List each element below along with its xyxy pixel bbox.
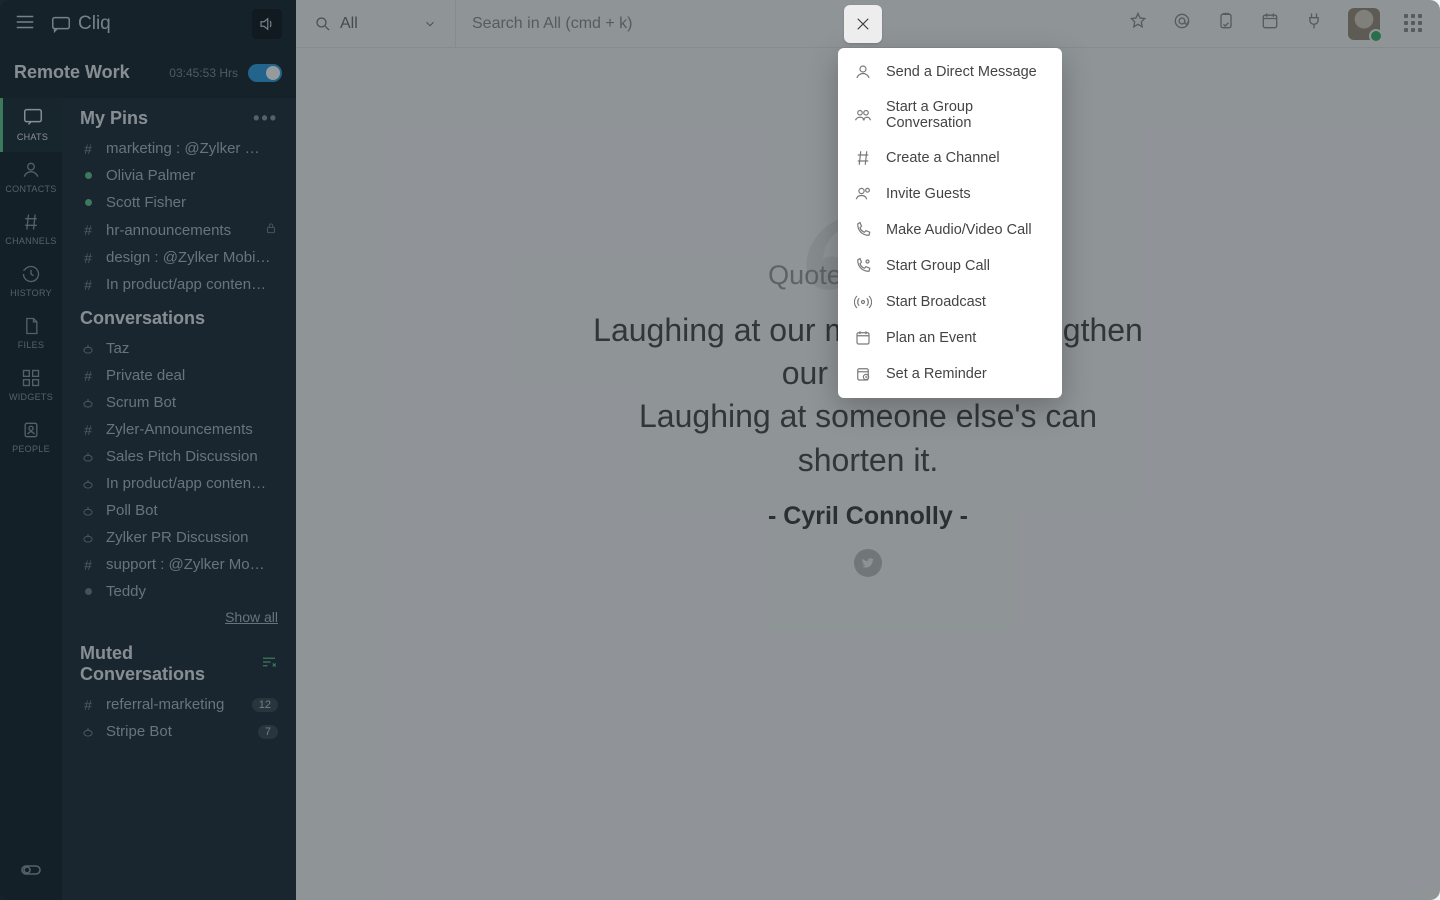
compose-label: Send a Direct Message (886, 64, 1037, 80)
compose-label: Set a Reminder (886, 366, 987, 382)
reminder-icon (854, 365, 872, 383)
compose-audio-video-call[interactable]: Make Audio/Video Call (838, 212, 1062, 248)
compose-plan-event[interactable]: Plan an Event (838, 320, 1062, 356)
compose-broadcast[interactable]: Start Broadcast (838, 284, 1062, 320)
compose-label: Create a Channel (886, 150, 1000, 166)
person-icon (854, 63, 872, 81)
compose-create-channel[interactable]: Create a Channel (838, 140, 1062, 176)
compose-group-conversation[interactable]: Start a Group Conversation (838, 90, 1062, 140)
guests-icon (854, 185, 872, 203)
group-icon (854, 106, 872, 124)
compose-invite-guests[interactable]: Invite Guests (838, 176, 1062, 212)
compose-direct-message[interactable]: Send a Direct Message (838, 54, 1062, 90)
phone-group-icon (854, 257, 872, 275)
close-icon (854, 15, 872, 33)
phone-icon (854, 221, 872, 239)
broadcast-icon (854, 293, 872, 311)
compose-group-call[interactable]: Start Group Call (838, 248, 1062, 284)
hash-icon (854, 149, 872, 167)
compose-label: Invite Guests (886, 186, 971, 202)
compose-label: Start a Group Conversation (886, 99, 1046, 131)
compose-set-reminder[interactable]: Set a Reminder (838, 356, 1062, 392)
compose-label: Start Group Call (886, 258, 990, 274)
calendar-icon (854, 329, 872, 347)
compose-label: Plan an Event (886, 330, 976, 346)
compose-label: Make Audio/Video Call (886, 222, 1032, 238)
close-compose-button[interactable] (844, 5, 882, 43)
modal-backdrop[interactable] (0, 0, 1440, 900)
compose-menu: Send a Direct Message Start a Group Conv… (838, 48, 1062, 398)
compose-label: Start Broadcast (886, 294, 986, 310)
